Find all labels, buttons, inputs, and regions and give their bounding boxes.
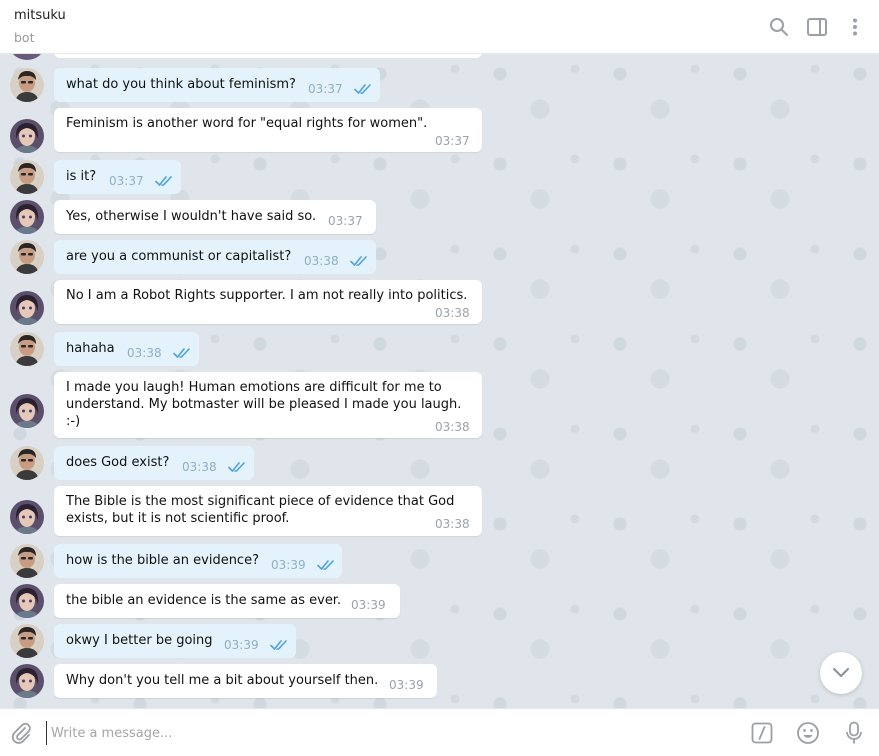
user-avatar[interactable] (10, 446, 44, 480)
sidebar-toggle-icon[interactable] (804, 14, 830, 40)
message-time: 03:38 (304, 254, 339, 268)
bot-avatar[interactable] (10, 200, 44, 234)
outgoing-message-bubble[interactable]: is it? 03:37 (54, 160, 181, 194)
read-receipt-icon (155, 175, 173, 187)
read-receipt-icon (354, 83, 372, 95)
outgoing-message-bubble[interactable]: how is the bible an evidence? 03:39 (54, 544, 342, 578)
message-text: how is the bible an evidence? (66, 553, 259, 568)
message-text: hahaha (66, 341, 115, 356)
outgoing-message-bubble[interactable]: okwy I better be going 03:39 (54, 624, 296, 658)
incoming-message-bubble[interactable]: No I am a Robot Rights supporter. I am n… (54, 280, 482, 324)
incoming-message-bubble[interactable]: Feminism is another word for "equal righ… (54, 108, 482, 152)
chat-title[interactable]: mitsuku (14, 8, 66, 23)
message-text: is it? (66, 169, 97, 184)
more-vertical-icon[interactable] (842, 14, 868, 40)
incoming-message-bubble[interactable]: Yes, otherwise I wouldn't have said so. 0… (54, 200, 376, 234)
chevron-down-icon (832, 667, 850, 678)
microphone-icon[interactable] (841, 720, 867, 746)
chat-header: mitsuku bot (0, 0, 879, 54)
bot-avatar[interactable] (10, 584, 44, 618)
outgoing-message-bubble[interactable]: hahaha 03:38 (54, 332, 199, 366)
message-text: Yes, otherwise I wouldn't have said so. (66, 209, 317, 224)
message-time: 03:38 (435, 306, 470, 320)
message-text: Feminism is another word for "equal righ… (66, 116, 428, 131)
search-icon[interactable] (766, 14, 792, 40)
user-avatar[interactable] (10, 624, 44, 658)
message-bubble-partial (54, 54, 482, 58)
message-time: 03:37 (109, 174, 144, 188)
user-avatar[interactable] (10, 240, 44, 274)
incoming-message-bubble[interactable]: the bible an evidence is the same as eve… (54, 584, 400, 618)
user-avatar[interactable] (10, 332, 44, 366)
message-time: 03:39 (389, 678, 424, 692)
read-receipt-icon (173, 347, 191, 359)
message-text: are you a communist or capitalist? (66, 249, 292, 264)
bot-avatar[interactable] (10, 291, 44, 325)
message-time: 03:39 (224, 638, 259, 652)
avatar-partial (10, 54, 44, 60)
message-time: 03:38 (435, 420, 470, 434)
user-avatar[interactable] (10, 544, 44, 578)
message-time: 03:37 (328, 214, 363, 228)
message-time: 03:38 (127, 346, 162, 360)
message-time: 03:38 (182, 460, 217, 474)
user-avatar[interactable] (10, 68, 44, 102)
scroll-down-button[interactable] (820, 652, 862, 694)
message-time: 03:37 (308, 82, 343, 96)
message-text: No I am a Robot Rights supporter. I am n… (66, 288, 468, 303)
message-text: Why don't you tell me a bit about yourse… (66, 673, 379, 688)
read-receipt-icon (270, 639, 288, 651)
incoming-message-bubble[interactable]: Why don't you tell me a bit about yourse… (54, 664, 437, 698)
chat-status: bot (14, 30, 35, 45)
message-text: The Bible is the most significant piece … (66, 494, 455, 526)
bot-avatar[interactable] (10, 394, 44, 428)
read-receipt-icon (317, 559, 335, 571)
message-text: okwy I better be going (66, 633, 213, 648)
read-receipt-icon (228, 461, 246, 473)
message-time: 03:37 (435, 134, 470, 148)
outgoing-message-bubble[interactable]: what do you think about feminism? 03:37 (54, 68, 380, 102)
bot-commands-icon[interactable] (749, 720, 775, 746)
outgoing-message-bubble[interactable]: does God exist? 03:38 (54, 446, 254, 480)
message-time: 03:39 (271, 558, 306, 572)
message-time: 03:39 (351, 598, 386, 612)
user-avatar[interactable] (10, 160, 44, 194)
emoji-icon[interactable] (795, 720, 821, 746)
bot-avatar[interactable] (10, 500, 44, 534)
bot-avatar[interactable] (10, 664, 44, 698)
message-text: what do you think about feminism? (66, 77, 296, 92)
message-input[interactable] (46, 721, 726, 745)
message-list[interactable]: what do you think about feminism? 03:37 Fe… (0, 54, 879, 708)
incoming-message-bubble[interactable]: The Bible is the most significant piece … (54, 486, 482, 536)
outgoing-message-bubble[interactable]: are you a communist or capitalist? 03:38 (54, 240, 376, 274)
message-text: I made you laugh! Human emotions are dif… (66, 380, 462, 429)
bot-avatar[interactable] (10, 119, 44, 153)
attach-icon[interactable] (8, 720, 34, 746)
message-text: the bible an evidence is the same as eve… (66, 593, 342, 608)
message-composer (0, 708, 879, 756)
incoming-message-bubble[interactable]: I made you laugh! Human emotions are dif… (54, 372, 482, 438)
read-receipt-icon (350, 255, 368, 267)
message-text: does God exist? (66, 455, 170, 470)
message-time: 03:38 (435, 517, 470, 531)
